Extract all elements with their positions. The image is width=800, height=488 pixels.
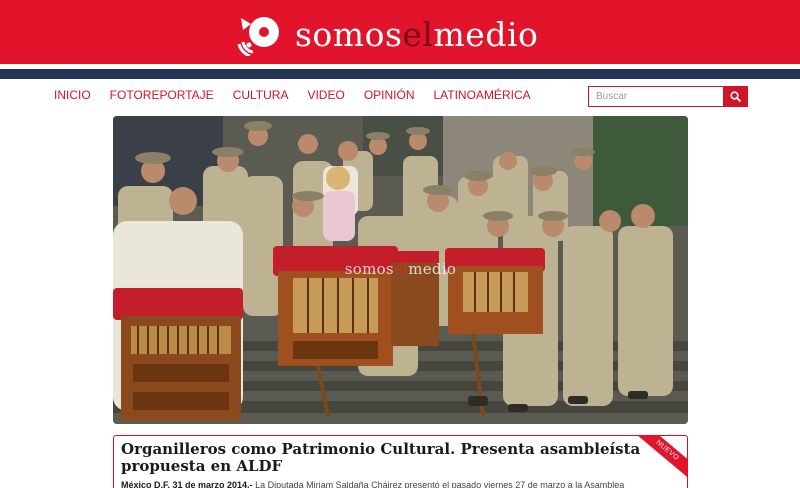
site-logo[interactable]: somoselmedio [237,12,538,56]
nav-item-cultura[interactable]: CULTURA [233,88,289,102]
main-nav: INICIO FOTOREPORTAJE CULTURA VIDEO OPINI… [54,88,550,102]
nav-item-latinoamerica[interactable]: LATINOAMÉRICA [433,88,530,102]
nav-item-inicio[interactable]: INICIO [54,88,91,102]
header-stripe [0,69,800,79]
featured-photo[interactable]: somoselmedio [113,116,688,424]
search-input[interactable] [588,86,723,107]
search-button[interactable] [723,86,748,107]
article-card[interactable]: Organilleros como Patrimonio Cultural. P… [113,435,688,488]
site-header: somoselmedio [0,0,800,64]
article-title[interactable]: Organilleros como Patrimonio Cultural. P… [121,441,641,475]
logo-megaphone-icon [237,17,279,56]
nav-item-fotoreportaje[interactable]: FOTOREPORTAJE [110,88,214,102]
organ-left [113,288,243,421]
article-excerpt: México D.F. 31 de marzo 2014.- La Diputa… [121,480,681,488]
article-dateline: México D.F. 31 de marzo 2014.- [121,480,253,488]
search-icon [730,91,741,102]
article-excerpt-text: La Diputada Miriam Saldaña Cháirez prese… [252,480,625,488]
photo-watermark: somoselmedio [344,260,457,278]
nav-item-opinion[interactable]: OPINIÓN [364,88,415,102]
nav-item-video[interactable]: VIDEO [307,88,344,102]
search-form [588,86,748,107]
logo-wordmark: somoselmedio [295,14,539,54]
